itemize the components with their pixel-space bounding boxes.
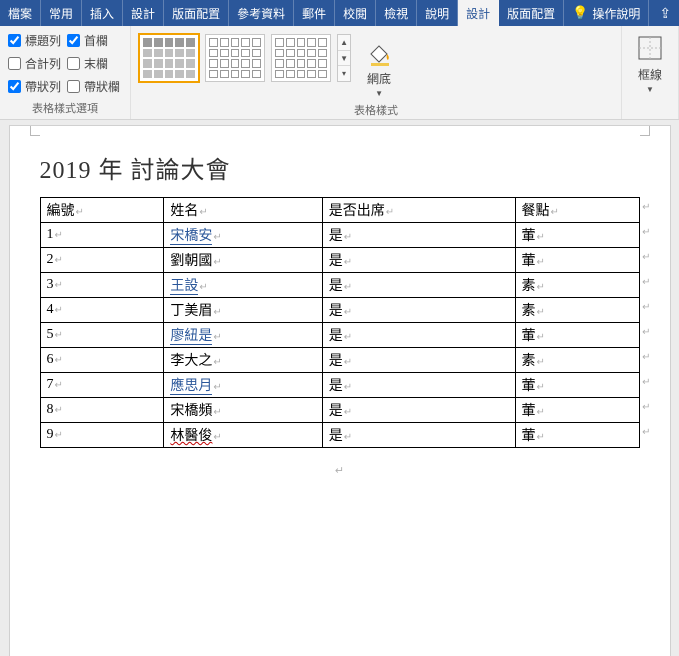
table-cell[interactable]: 1↵ [40, 223, 164, 248]
table-cell[interactable]: 3↵ [40, 273, 164, 298]
borders-button[interactable]: 框線 ▼ [628, 30, 672, 102]
tab-說明[interactable]: 說明 [417, 0, 458, 26]
table-row: 1↵宋橋安↵是↵葷↵↵ [40, 223, 639, 248]
chk-first-col[interactable]: 首欄 [67, 32, 120, 49]
table-cell[interactable]: 葷↵↵ [515, 373, 639, 398]
table-cell[interactable]: 是↵ [322, 373, 515, 398]
gallery-down-icon[interactable]: ▼ [338, 51, 350, 67]
table-row: 9↵林醫俊↵是↵葷↵↵ [40, 423, 639, 448]
data-table[interactable]: 編號↵姓名↵是否出席↵餐點↵↵1↵宋橋安↵是↵葷↵↵2↵劉朝國↵是↵葷↵↵3↵王… [40, 197, 640, 448]
table-cell[interactable]: 8↵ [40, 398, 164, 423]
table-row: 2↵劉朝國↵是↵葷↵↵ [40, 248, 639, 273]
table-cell[interactable]: 是↵ [322, 248, 515, 273]
table-cell[interactable]: 是↵ [322, 323, 515, 348]
table-row: 4↵丁美眉↵是↵素↵↵ [40, 298, 639, 323]
table-cell[interactable]: 是↵ [322, 423, 515, 448]
table-row: 3↵王設↵是↵素↵↵ [40, 273, 639, 298]
table-cell[interactable]: 7↵ [40, 373, 164, 398]
gallery-up-icon[interactable]: ▲ [338, 35, 350, 51]
paragraph-mark: ↵ [40, 464, 640, 477]
share-icon[interactable]: ⇪ [649, 0, 679, 26]
table-header-cell[interactable]: 餐點↵↵ [515, 198, 639, 223]
tab-版面配置[interactable]: 版面配置 [164, 0, 229, 26]
crop-mark [640, 126, 650, 136]
table-cell[interactable]: 廖紐是↵ [164, 323, 322, 348]
tab-檢視[interactable]: 檢視 [376, 0, 417, 26]
shading-button[interactable]: 網底 ▼ [357, 34, 401, 100]
tab-參考資料[interactable]: 參考資料 [229, 0, 294, 26]
style-thumb-1[interactable] [139, 34, 199, 82]
table-cell[interactable]: 丁美眉↵ [164, 298, 322, 323]
table-cell[interactable]: 是↵ [322, 398, 515, 423]
table-cell[interactable]: 葷↵↵ [515, 423, 639, 448]
page: 2019 年 討論大會 編號↵姓名↵是否出席↵餐點↵↵1↵宋橋安↵是↵葷↵↵2↵… [10, 126, 670, 656]
table-header-row: 編號↵姓名↵是否出席↵餐點↵↵ [40, 198, 639, 223]
style-thumb-2[interactable] [205, 34, 265, 82]
group-table-style-options: 標題列 合計列 帶狀列 首欄 末欄 帶狀欄 表格樣式選項 [0, 26, 131, 119]
group-table-styles: ▲ ▼ ▾ 網底 ▼ 表格樣式 [131, 26, 622, 119]
table-cell[interactable]: 葷↵↵ [515, 398, 639, 423]
table-cell[interactable]: 葷↵↵ [515, 323, 639, 348]
document-area[interactable]: 2019 年 討論大會 編號↵姓名↵是否出席↵餐點↵↵1↵宋橋安↵是↵葷↵↵2↵… [0, 120, 679, 656]
table-cell[interactable]: 2↵ [40, 248, 164, 273]
crop-mark [30, 126, 40, 136]
gallery-scroll[interactable]: ▲ ▼ ▾ [337, 34, 351, 82]
table-cell[interactable]: 王設↵ [164, 273, 322, 298]
borders-icon [634, 32, 666, 64]
ribbon: 標題列 合計列 帶狀列 首欄 末欄 帶狀欄 表格樣式選項 [0, 26, 679, 120]
group-label-style-options: 表格樣式選項 [6, 98, 124, 119]
table-cell[interactable]: 葷↵↵ [515, 248, 639, 273]
table-header-cell[interactable]: 姓名↵ [164, 198, 322, 223]
table-cell[interactable]: 4↵ [40, 298, 164, 323]
group-label-table-styles: 表格樣式 [137, 100, 615, 121]
table-styles-gallery[interactable]: ▲ ▼ ▾ 網底 ▼ [137, 30, 403, 100]
table-header-cell[interactable]: 編號↵ [40, 198, 164, 223]
chk-last-col[interactable]: 末欄 [67, 55, 120, 72]
tab-設計[interactable]: 設計 [123, 0, 164, 26]
table-row: 6↵李大之↵是↵素↵↵ [40, 348, 639, 373]
tab-版面配置[interactable]: 版面配置 [499, 0, 564, 26]
table-cell[interactable]: 宋橋頻↵ [164, 398, 322, 423]
table-row: 8↵宋橋頻↵是↵葷↵↵ [40, 398, 639, 423]
table-cell[interactable]: 是↵ [322, 298, 515, 323]
lightbulb-icon: 💡 [572, 5, 588, 21]
paint-bucket-icon [363, 36, 395, 68]
table-row: 7↵應思月↵是↵葷↵↵ [40, 373, 639, 398]
tab-插入[interactable]: 插入 [82, 0, 123, 26]
gallery-more-icon[interactable]: ▾ [338, 66, 350, 81]
tell-me[interactable]: 💡操作說明 [564, 0, 649, 26]
table-cell[interactable]: 素↵↵ [515, 348, 639, 373]
table-row: 5↵廖紐是↵是↵葷↵↵ [40, 323, 639, 348]
tab-檔案[interactable]: 檔案 [0, 0, 41, 26]
tab-郵件[interactable]: 郵件 [294, 0, 335, 26]
table-cell[interactable]: 是↵ [322, 348, 515, 373]
group-borders: 框線 ▼ [622, 26, 679, 119]
table-cell[interactable]: 李大之↵ [164, 348, 322, 373]
style-thumb-3[interactable] [271, 34, 331, 82]
menu-bar: 檔案常用插入設計版面配置參考資料郵件校閱檢視說明設計版面配置💡操作說明⇪💬 [0, 0, 679, 26]
table-cell[interactable]: 素↵↵ [515, 273, 639, 298]
table-header-cell[interactable]: 是否出席↵ [322, 198, 515, 223]
chevron-down-icon: ▼ [375, 89, 383, 98]
table-cell[interactable]: 9↵ [40, 423, 164, 448]
table-cell[interactable]: 宋橋安↵ [164, 223, 322, 248]
table-cell[interactable]: 6↵ [40, 348, 164, 373]
tab-校閱[interactable]: 校閱 [335, 0, 376, 26]
table-cell[interactable]: 劉朝國↵ [164, 248, 322, 273]
chk-total-row[interactable]: 合計列 [8, 55, 61, 72]
chk-banded-row[interactable]: 帶狀列 [8, 78, 61, 95]
table-cell[interactable]: 應思月↵ [164, 373, 322, 398]
page-title: 2019 年 討論大會 [40, 150, 640, 185]
table-cell[interactable]: 林醫俊↵ [164, 423, 322, 448]
tab-設計[interactable]: 設計 [458, 0, 499, 26]
table-cell[interactable]: 是↵ [322, 273, 515, 298]
table-cell[interactable]: 葷↵↵ [515, 223, 639, 248]
table-cell[interactable]: 是↵ [322, 223, 515, 248]
chk-header-row[interactable]: 標題列 [8, 32, 61, 49]
table-cell[interactable]: 素↵↵ [515, 298, 639, 323]
tab-常用[interactable]: 常用 [41, 0, 82, 26]
chk-banded-col[interactable]: 帶狀欄 [67, 78, 120, 95]
table-cell[interactable]: 5↵ [40, 323, 164, 348]
chevron-down-icon: ▼ [646, 85, 654, 94]
